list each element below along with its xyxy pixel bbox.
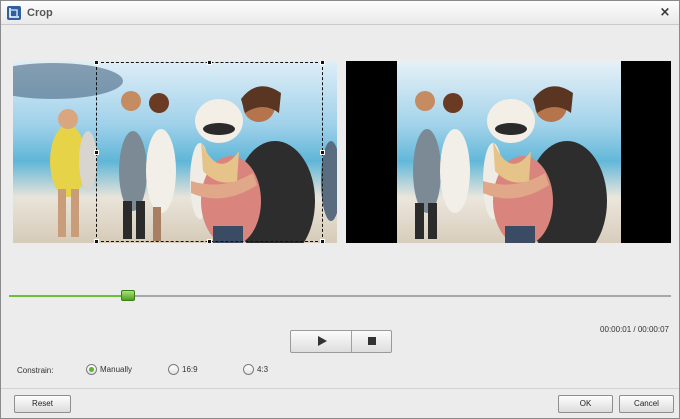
crop-handle-right[interactable] bbox=[320, 150, 325, 155]
title-bar: Crop × bbox=[1, 1, 679, 25]
close-button[interactable]: × bbox=[657, 5, 673, 21]
crop-handle-bottom-left[interactable] bbox=[94, 239, 99, 243]
crop-handle-bottom-right[interactable] bbox=[320, 239, 325, 243]
window-title: Crop bbox=[27, 7, 53, 19]
crop-icon bbox=[7, 6, 21, 20]
playback-controls bbox=[290, 330, 392, 353]
slider-progress-fill bbox=[9, 295, 128, 297]
ok-button[interactable]: OK bbox=[558, 395, 613, 413]
radio-label-4-3[interactable]: 4:3 bbox=[257, 365, 268, 374]
constrain-label: Constrain: bbox=[17, 366, 54, 375]
radio-circle[interactable] bbox=[168, 364, 179, 375]
radio-label-16-9[interactable]: 16:9 bbox=[182, 365, 198, 374]
radio-selected-dot bbox=[89, 367, 94, 372]
radio-label-manually[interactable]: Manually bbox=[100, 365, 132, 374]
radio-16-9[interactable]: 16:9 bbox=[168, 364, 204, 376]
time-readout: 00:00:01 / 00:00:07 bbox=[600, 325, 669, 334]
cropped-frame-image bbox=[397, 61, 621, 243]
play-icon bbox=[318, 336, 327, 346]
crop-rectangle[interactable] bbox=[94, 61, 325, 243]
crop-handle-top[interactable] bbox=[207, 61, 212, 65]
footer-divider bbox=[1, 388, 679, 389]
reset-button[interactable]: Reset bbox=[14, 395, 71, 413]
crop-handle-top-right[interactable] bbox=[320, 61, 325, 65]
cropped-frame bbox=[397, 61, 621, 243]
radio-4-3[interactable]: 4:3 bbox=[243, 364, 275, 376]
timeline-slider[interactable] bbox=[9, 290, 671, 302]
stop-icon bbox=[368, 337, 376, 345]
source-preview bbox=[13, 61, 337, 243]
crop-handle-bottom[interactable] bbox=[207, 239, 212, 243]
crop-handle-left[interactable] bbox=[94, 150, 99, 155]
stop-button[interactable] bbox=[353, 331, 391, 352]
output-preview bbox=[346, 61, 671, 243]
play-button[interactable] bbox=[291, 331, 352, 352]
radio-manually[interactable]: Manually bbox=[86, 364, 136, 376]
radio-circle[interactable] bbox=[86, 364, 97, 375]
crop-dialog: Crop × 00:00:01 / 00:00:07 Constrain: Ma… bbox=[0, 0, 680, 419]
slider-thumb[interactable] bbox=[121, 290, 135, 301]
radio-circle[interactable] bbox=[243, 364, 254, 375]
cancel-button[interactable]: Cancel bbox=[619, 395, 674, 413]
crop-handle-top-left[interactable] bbox=[94, 61, 99, 65]
